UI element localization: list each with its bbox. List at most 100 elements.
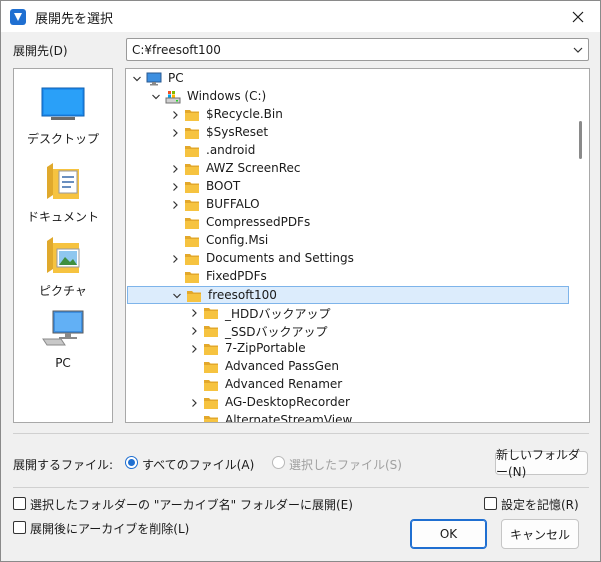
destination-label: 展開先(D) [13,44,68,58]
tree-node[interactable]: Advanced PassGen [126,358,566,376]
folder-icon [185,272,199,283]
remember-settings-label[interactable]: 設定を記憶(R) [501,496,579,513]
chevron-right-icon[interactable] [170,181,180,193]
place-label: デスクトップ [26,132,99,146]
tree-node-label: Windows (C:) [187,89,267,103]
destination-combobox[interactable] [126,38,589,61]
tree-node[interactable]: freesoft100 [127,286,569,304]
destination-input[interactable] [127,39,567,60]
app-icon [10,9,26,25]
vertical-scrollbar[interactable] [572,69,589,422]
tree-node-label: AWZ ScreenRec [206,161,301,175]
tree-node-label: Config.Msi [206,233,269,247]
tree-node-label: Documents and Settings [206,251,354,265]
delete-after-checkbox[interactable] [13,521,26,534]
tree-node[interactable]: FixedPDFs [126,268,566,286]
tree-node-label: FixedPDFs [206,269,267,283]
documents-folder-icon [47,163,79,199]
folder-icon [185,164,199,175]
folder-icon [185,200,199,211]
chevron-right-icon[interactable] [189,397,199,409]
all-files-radio[interactable] [125,456,138,469]
close-button[interactable] [560,3,596,30]
chevron-down-icon[interactable] [172,290,182,302]
tree-node-label: PC [168,71,184,85]
chevron-down-icon[interactable] [151,91,161,103]
tree-node-label: _SSDバックアップ [225,325,328,339]
tree-node-label: $SysReset [206,125,269,139]
tree-node-label: BUFFALO [206,197,260,211]
chevron-right-icon[interactable] [170,199,180,211]
title-bar: 展開先を選択 [1,1,600,32]
window-title: 展開先を選択 [35,12,114,27]
tree-node-label: _HDDバックアップ [225,307,331,321]
tree-node[interactable]: PC [126,70,566,88]
divider [13,433,589,434]
tree-node[interactable]: Windows (C:) [126,88,566,106]
all-files-label[interactable]: すべてのファイル(A) [142,456,254,473]
tree-node[interactable]: Documents and Settings [126,250,566,268]
folder-icon [204,416,218,422]
folder-icon [187,291,201,302]
chevron-right-icon[interactable] [189,325,199,337]
tree-node[interactable]: BUFFALO [126,196,566,214]
archive-name-folder-label[interactable]: 選択したフォルダーの "アーカイブ名" フォルダーに展開(E) [30,496,353,513]
folder-icon [185,254,199,265]
tree-node[interactable]: Config.Msi [126,232,566,250]
archive-name-folder-checkbox[interactable] [13,497,26,510]
tree-node[interactable]: AWZ ScreenRec [126,160,566,178]
tree-node-label: Advanced PassGen [225,359,339,373]
drive-icon [165,91,181,104]
tree-node[interactable]: Advanced Renamer [126,376,566,394]
tree-node[interactable]: CompressedPDFs [126,214,566,232]
files-label: 展開するファイル: [13,458,114,472]
selected-files-label[interactable]: 選択したファイル(S) [289,456,402,473]
computer-icon [146,72,162,86]
pictures-folder-icon [47,237,80,273]
tree-node[interactable]: .android [126,142,566,160]
chevron-down-icon[interactable] [572,44,584,56]
ok-button[interactable]: OK [410,519,487,549]
chevron-right-icon[interactable] [170,253,180,265]
tree-node[interactable]: AG-DesktopRecorder [126,394,566,412]
place-pictures[interactable]: ピクチャ [14,235,112,299]
tree-node[interactable]: _HDDバックアップ [126,304,566,322]
folder-icon [204,362,218,373]
place-documents[interactable]: ドキュメント [14,161,112,225]
tree-node[interactable]: BOOT [126,178,566,196]
folder-tree[interactable]: PC Windows (C:) $Recycle.Bin $SysReset .andr… [125,68,590,423]
tree-node-label: AlternateStreamView [225,413,353,423]
tree-node[interactable]: $SysReset [126,124,566,142]
folder-icon [185,218,199,229]
tree-node-label: .android [206,143,256,157]
chevron-right-icon[interactable] [189,343,199,355]
delete-after-label[interactable]: 展開後にアーカイブを削除(L) [30,520,189,537]
selected-files-radio[interactable] [272,456,285,469]
tree-node[interactable]: AlternateStreamView [126,412,566,423]
folder-icon [204,344,218,355]
remember-settings-checkbox[interactable] [484,497,497,510]
tree-node-label: BOOT [206,179,241,193]
place-pc[interactable]: PC [14,309,112,370]
chevron-right-icon[interactable] [170,163,180,175]
place-label: PC [55,356,71,370]
chevron-right-icon[interactable] [189,307,199,319]
tree-node[interactable]: $Recycle.Bin [126,106,566,124]
new-folder-button[interactable]: 新しいフォルダー(N) [495,448,588,479]
places-bar: デスクトップ ドキュメント ピクチャ PC [13,68,113,423]
chevron-right-icon[interactable] [170,109,180,121]
tree-node-label: $Recycle.Bin [206,107,283,121]
folder-icon [185,182,199,193]
chevron-down-icon[interactable] [132,73,142,85]
cancel-button[interactable]: キャンセル [501,519,579,549]
folder-icon [185,236,199,247]
tree-node[interactable]: 7-ZipPortable [126,340,566,358]
place-desktop[interactable]: デスクトップ [14,87,112,147]
folder-icon [204,380,218,391]
folder-icon [185,128,199,139]
scrollbar-thumb[interactable] [579,121,582,159]
tree-node[interactable]: _SSDバックアップ [126,322,566,340]
chevron-right-icon[interactable] [170,127,180,139]
tree-node-label: 7-ZipPortable [225,341,306,355]
extract-destination-dialog: 展開先を選択 展開先(D) デスクトップ [0,0,601,562]
